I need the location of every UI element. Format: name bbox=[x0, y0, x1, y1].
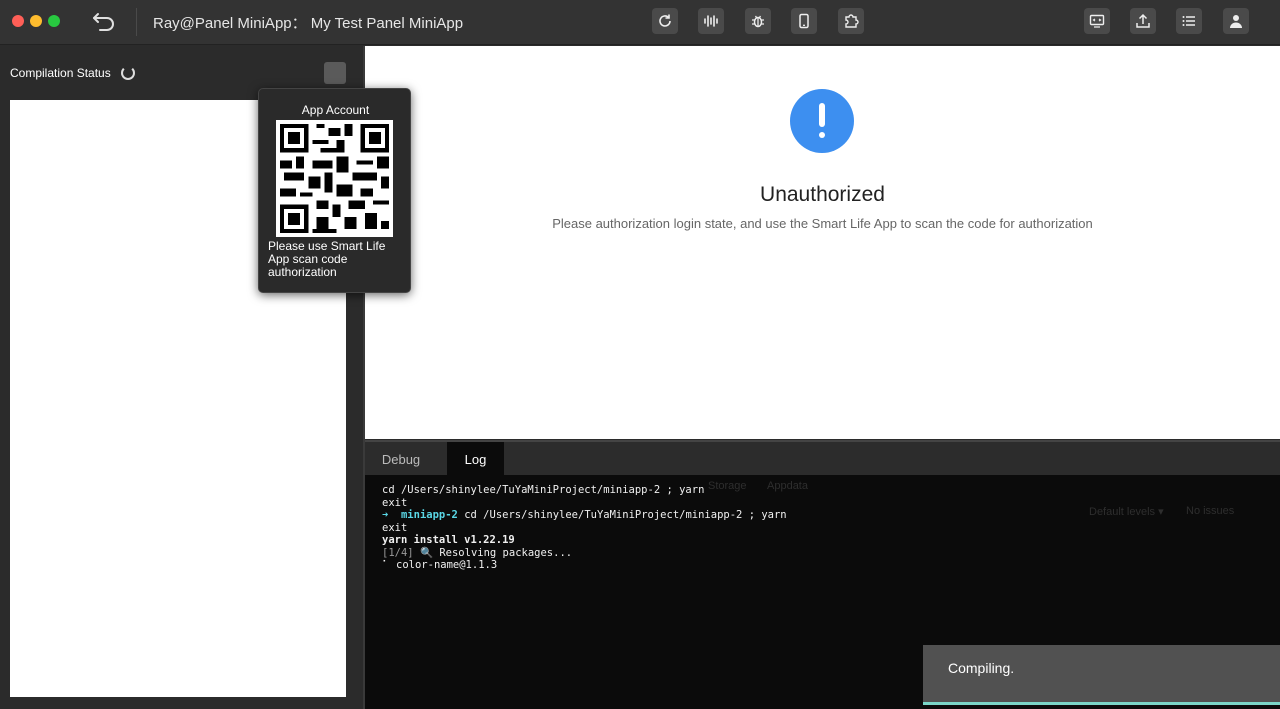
puzzle-icon bbox=[845, 14, 859, 28]
log-line: ⠁ color-name@1.1.3 bbox=[382, 559, 498, 571]
log-step: [1/4] bbox=[382, 546, 414, 559]
plugin-button[interactable] bbox=[838, 8, 864, 34]
exclamation-icon bbox=[790, 89, 854, 153]
prompt-arrow-icon: ➜ bbox=[382, 509, 389, 521]
log-line: exit bbox=[382, 521, 408, 534]
log-line: [1/4] 🔍 Resolving packages... bbox=[382, 547, 787, 560]
refresh-button[interactable] bbox=[652, 8, 678, 34]
maximize-window-button[interactable] bbox=[48, 15, 60, 27]
preview-icon bbox=[1089, 14, 1105, 28]
popup-instruction: Please use Smart Life App scan code auth… bbox=[268, 239, 386, 279]
minimize-window-button[interactable] bbox=[30, 15, 42, 27]
waveform-button[interactable] bbox=[698, 8, 724, 34]
device-button[interactable] bbox=[791, 8, 817, 34]
debug-button[interactable] bbox=[745, 8, 771, 34]
log-line: exit bbox=[382, 496, 408, 509]
preview-button[interactable] bbox=[1084, 8, 1110, 34]
qr-toggle-button[interactable] bbox=[324, 62, 346, 84]
phone-icon bbox=[799, 13, 809, 29]
bug-icon bbox=[752, 15, 764, 28]
log-step-text: 🔍 Resolving packages... bbox=[419, 546, 573, 559]
compiling-toast: Compiling. bbox=[923, 645, 1280, 705]
log-line: ➜ miniapp-2 cd /Users/shinylee/TuYaMiniP… bbox=[382, 509, 787, 522]
list-icon bbox=[1182, 16, 1195, 26]
tab-debug[interactable]: Debug bbox=[365, 442, 437, 475]
user-icon bbox=[1230, 15, 1242, 28]
qr-code-icon bbox=[276, 120, 393, 237]
upload-button[interactable] bbox=[1130, 8, 1156, 34]
ghost-issues-label: No issues bbox=[1186, 505, 1235, 517]
status-title: Unauthorized bbox=[760, 183, 885, 206]
prompt-command: cd /Users/shinylee/TuYaMiniProject/minia… bbox=[464, 509, 787, 521]
console-tabbar: Debug Log bbox=[365, 440, 1280, 475]
prompt-directory: miniapp-2 bbox=[400, 509, 458, 521]
refresh-icon bbox=[659, 14, 671, 27]
qr-popup: App Account Please use Smart Life App sc… bbox=[258, 88, 411, 293]
tab-log[interactable]: Log bbox=[447, 442, 504, 475]
list-button[interactable] bbox=[1176, 8, 1202, 34]
loading-spinner-icon bbox=[121, 66, 135, 80]
title-bar: Ray@Panel MiniApp： My Test Panel MiniApp bbox=[0, 0, 1280, 45]
toast-message: Compiling. bbox=[948, 660, 1015, 676]
popup-title: App Account bbox=[301, 103, 370, 117]
waveform-icon bbox=[704, 15, 718, 27]
compilation-status-label: Compilation Status bbox=[10, 66, 111, 80]
log-line: yarn install v1.22.19 bbox=[382, 534, 515, 546]
upload-icon bbox=[1136, 13, 1150, 28]
main-content: Unauthorized Please authorization login … bbox=[365, 46, 1280, 439]
titlebar-divider bbox=[136, 8, 137, 36]
ghost-levels-dropdown: Default levels ▾ bbox=[1089, 506, 1164, 518]
back-icon[interactable] bbox=[92, 9, 118, 33]
account-button[interactable] bbox=[1223, 8, 1249, 34]
close-window-button[interactable] bbox=[12, 15, 24, 27]
log-text: cd /Users/shinylee/TuYaMiniProject/minia… bbox=[382, 484, 787, 572]
status-description: Please authorization login state, and us… bbox=[552, 216, 1093, 231]
log-line: cd /Users/shinylee/TuYaMiniProject/minia… bbox=[382, 484, 705, 496]
app-title: Ray@Panel MiniApp： My Test Panel MiniApp bbox=[153, 15, 464, 32]
